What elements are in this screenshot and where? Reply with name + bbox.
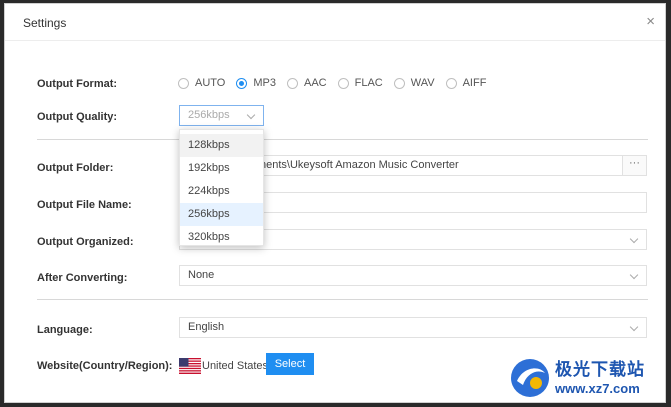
radio-circle-icon — [445, 77, 457, 89]
language-select[interactable]: English — [179, 317, 647, 338]
radio-circle-icon — [393, 77, 405, 89]
website-country: United States — [202, 360, 269, 372]
dialog-title: Settings — [23, 16, 67, 30]
output-format-radio-group: AUTO MP3 AAC FLAC WAV AIFF — [178, 77, 497, 89]
after-converting-select[interactable]: None — [179, 265, 647, 286]
output-format-label: Output Format: — [37, 78, 118, 90]
output-quality-select[interactable]: 256kbps — [179, 105, 264, 126]
format-radio-mp3[interactable]: MP3 — [236, 77, 276, 89]
after-converting-value: None — [188, 269, 215, 281]
radio-circle-icon — [337, 77, 349, 89]
radio-label: AUTO — [195, 77, 226, 89]
watermark-title: 极光下载站 — [555, 360, 645, 379]
format-radio-wav[interactable]: WAV — [393, 77, 435, 89]
quality-dropdown-menu: 128kbps 192kbps 224kbps 256kbps 320kbps — [179, 129, 264, 246]
radio-label: AIFF — [462, 77, 487, 89]
radio-circle-icon — [286, 77, 298, 89]
close-icon[interactable]: × — [646, 13, 655, 30]
watermark-logo-icon — [511, 359, 549, 397]
quality-option-128[interactable]: 128kbps — [180, 134, 263, 157]
radio-circle-icon — [178, 77, 189, 89]
section-divider — [37, 299, 648, 300]
output-quality-value: 256kbps — [188, 109, 230, 121]
chevron-down-icon — [246, 110, 256, 120]
chevron-down-icon — [629, 322, 639, 332]
select-country-button[interactable]: Select — [266, 353, 314, 375]
language-value: English — [188, 321, 225, 333]
quality-option-320[interactable]: 320kbps — [180, 226, 263, 249]
output-file-name-label: Output File Name: — [37, 199, 132, 211]
site-watermark: 极光下载站 www.xz7.com — [509, 353, 667, 403]
format-radio-aiff[interactable]: AIFF — [445, 77, 487, 89]
radio-label: WAV — [410, 77, 435, 89]
format-radio-aac[interactable]: AAC — [286, 77, 327, 89]
quality-option-192[interactable]: 192kbps — [180, 157, 263, 180]
radio-checked-icon — [236, 77, 248, 89]
quality-option-224[interactable]: 224kbps — [180, 180, 263, 203]
output-quality-label: Output Quality: — [37, 111, 118, 123]
radio-label: MP3 — [253, 77, 276, 89]
format-radio-flac[interactable]: FLAC — [337, 77, 383, 89]
radio-label: AAC — [303, 77, 327, 89]
section-divider — [37, 139, 648, 140]
output-organized-label: Output Organized: — [37, 236, 134, 248]
us-flag-icon — [179, 358, 201, 374]
titlebar-divider — [5, 40, 665, 41]
language-label: Language: — [37, 324, 93, 336]
chevron-down-icon — [629, 270, 639, 280]
website-label: Website(Country/Region): — [37, 360, 173, 372]
chevron-down-icon — [629, 234, 639, 244]
quality-option-256[interactable]: 256kbps — [180, 203, 263, 226]
format-radio-auto[interactable]: AUTO — [178, 77, 225, 89]
output-folder-path: nents\Ukeysoft Amazon Music Converter — [260, 159, 459, 171]
after-converting-label: After Converting: — [37, 272, 128, 284]
watermark-url: www.xz7.com — [555, 381, 640, 396]
output-folder-label: Output Folder: — [37, 162, 114, 174]
settings-dialog: Settings × Output Format: AUTO MP3 AAC F… — [4, 3, 666, 403]
radio-label: FLAC — [354, 77, 383, 89]
browse-folder-button[interactable]: ··· — [622, 156, 646, 175]
